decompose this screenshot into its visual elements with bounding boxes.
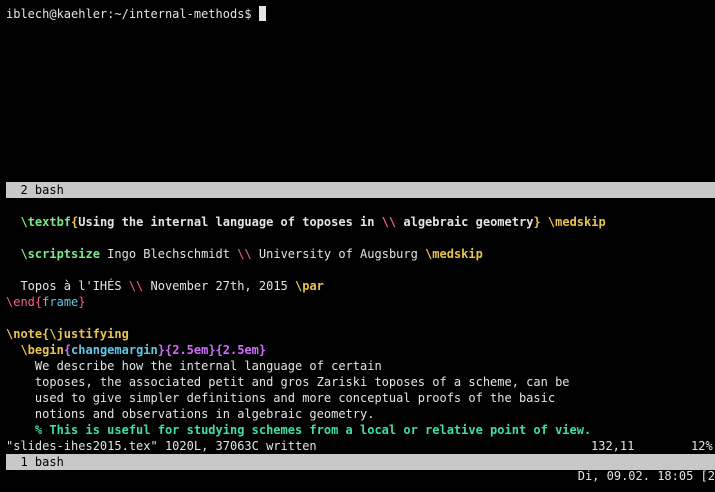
line-break-command: \\ [237,247,252,261]
event-text: Topos à l'IHÉS [6,279,129,293]
line-break-command: \\ [381,215,397,229]
latex-command: \textbf [20,215,72,229]
brace: } [533,215,541,229]
latex-command: \begin [20,343,64,357]
author-text: Ingo Blechschmidt [99,247,238,261]
latex-command: \justifying [49,327,129,341]
editor-line[interactable]: \end{frame} [6,294,715,310]
latex-command: \medskip [547,215,606,229]
affiliation-text: University of Augsburg [251,247,426,261]
editor-line[interactable]: \textbf{Using the internal language of t… [6,214,715,230]
latex-command: \end [6,295,35,309]
scroll-percent: 12% [691,439,713,453]
terminal-window[interactable]: iblech@kaehler:~/internal-methods$ 2 bas… [0,0,715,492]
editor-line[interactable]: toposes, the associated petit and gros Z… [6,374,715,390]
title-text: Using the internal language of toposes i… [78,215,382,229]
brace: } [78,295,86,309]
latex-command: \par [295,279,324,293]
date-text: November 27th, 2015 [143,279,295,293]
title-text-2: algebraic geometry [396,215,534,229]
margin-arg: {2.5em} [215,343,267,357]
brace: { [63,343,72,357]
editor-comment-line[interactable]: % This is useful for studying schemes fr… [6,422,715,438]
latex-command: \note [6,327,43,341]
shell-prompt: iblech@kaehler:~/internal-methods$ [6,7,259,21]
shell-prompt-line[interactable]: iblech@kaehler:~/internal-methods$ [6,6,715,22]
editor-line[interactable]: \scriptsize Ingo Blechschmidt \\ Univers… [6,246,715,262]
line-break-command: \\ [128,279,144,293]
latex-command: \medskip [425,247,483,261]
editor-line[interactable]: \note{\justifying [6,326,715,342]
pane-title-bar-2[interactable]: 2 bash [6,182,715,198]
editor-line[interactable]: used to give simpler definitions and mor… [6,390,715,406]
cursor-position: 132,11 [591,439,635,453]
text-cursor [258,6,266,21]
write-message: "slides-ihes2015.tex" 1020L, 37063C writ… [6,439,317,453]
margin-arg: {2.5em} [164,343,216,357]
latex-command: \scriptsize [20,247,100,261]
environment-name: frame [42,295,79,309]
tmux-clock: Di, 09.02. 18:05 [2 [577,469,715,483]
environment-name: changemargin [71,343,158,357]
editor-line[interactable]: We describe how the internal language of… [6,358,715,374]
editor-line[interactable]: notions and observations in algebraic ge… [6,406,715,422]
editor-line[interactable]: Topos à l'IHÉS \\ November 27th, 2015 \p… [6,278,715,294]
brace: } [157,343,165,357]
editor-line[interactable]: \begin{changemargin}{2.5em}{2.5em} [6,342,715,358]
vim-status-line: "slides-ihes2015.tex" 1020L, 37063C writ… [6,438,715,454]
